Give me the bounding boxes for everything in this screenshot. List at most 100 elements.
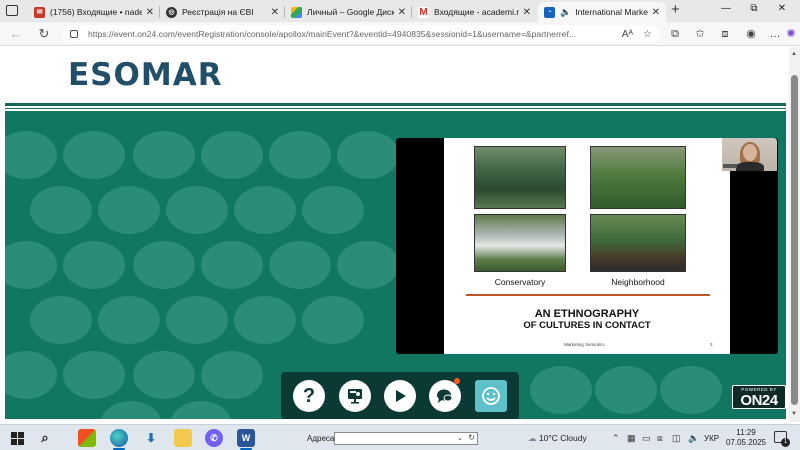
weather-text: 10°C Cloudy <box>538 433 587 443</box>
drive-icon <box>291 6 302 18</box>
tab-title: Личный – Google Диск <box>307 7 394 17</box>
slide-subtitle: OF CULTURES IN CONTACT <box>523 320 651 331</box>
clock[interactable]: 11:29 07.05.2025 <box>724 428 768 448</box>
presentation-player[interactable]: Conservatory Neighborhood AN ETHNOGRAPHY… <box>396 138 778 354</box>
question-icon[interactable]: ? <box>293 380 325 412</box>
tab-google-drive[interactable]: Личный – Google Диск ✕ <box>285 2 412 22</box>
volume-icon[interactable]: 🔈 <box>688 433 699 444</box>
viber-icon[interactable]: ✆ <box>205 429 223 447</box>
start-icon[interactable] <box>8 429 26 447</box>
close-icon[interactable]: ✕ <box>146 7 154 18</box>
smile-icon[interactable] <box>475 380 507 412</box>
tab-title: (1756) Входящие • nadezd <box>50 7 142 17</box>
tab-title: International Market <box>575 7 648 17</box>
tab-title: Реєстрація на ЄВІ <box>182 7 254 17</box>
battery-icon[interactable]: ▭ <box>642 433 651 444</box>
tab-registration[interactable]: ◎ Реєстрація на ЄВІ ✕ <box>160 2 285 22</box>
close-icon[interactable]: ✕ <box>398 7 406 18</box>
close-icon[interactable]: ✕ <box>271 7 279 18</box>
display-icon[interactable]: ⧈ <box>657 433 663 444</box>
lock-icon[interactable] <box>70 30 78 38</box>
back-icon[interactable]: ← <box>8 26 24 41</box>
site-icon: ◎ <box>166 6 177 18</box>
store-icon[interactable] <box>78 429 96 447</box>
tab-gmail[interactable]: ✉ (1756) Входящие • nadezd ✕ <box>28 2 160 22</box>
network-icon[interactable]: ▦ <box>627 433 636 444</box>
notification-dot <box>454 378 460 384</box>
close-icon[interactable]: ✕ <box>652 7 660 18</box>
chevron-up-icon[interactable]: ⌃ <box>612 433 620 444</box>
slide-title: AN ETHNOGRAPHY <box>534 308 640 320</box>
play-icon[interactable] <box>384 380 416 412</box>
more-options-icon[interactable]: … <box>768 27 782 41</box>
event-stage: Conservatory Neighborhood AN ETHNOGRAPHY… <box>5 111 786 419</box>
read-aloud-icon[interactable]: Aᴬ <box>622 29 633 40</box>
conservatory-exterior-photo <box>474 214 566 272</box>
notification-count: 1 <box>781 438 790 447</box>
reload-icon[interactable]: ↻ <box>36 26 52 41</box>
gmail-icon: M <box>418 6 429 18</box>
chevron-down-icon[interactable]: ⌄ <box>457 434 463 442</box>
presenter-webcam[interactable] <box>722 138 777 171</box>
collections-icon[interactable]: ⧈ <box>718 27 732 41</box>
restore-icon[interactable]: ⧉ <box>742 3 766 14</box>
tab-inbox-academi[interactable]: M Входящие - academi.mark ✕ <box>412 2 537 22</box>
clock-time: 11:29 <box>736 428 756 437</box>
slide-page-number: 3 <box>710 342 713 347</box>
new-tab-icon[interactable]: + <box>671 1 680 18</box>
go-icon[interactable]: ↻ <box>468 433 475 442</box>
edge-icon[interactable] <box>110 429 128 447</box>
weather-widget[interactable]: ☁ 10°C Cloudy <box>528 433 587 444</box>
engagement-dock: ? <box>281 372 519 419</box>
slide-footer: Marketing Semiotics <box>564 342 605 347</box>
split-screen-icon[interactable]: ⧉ <box>668 27 682 41</box>
url-text: https://event.on24.com/eventRegistration… <box>88 29 577 39</box>
downloads-icon[interactable]: ⬇ <box>142 429 160 447</box>
cloud-icon: ☁ <box>528 433 537 443</box>
slides-icon[interactable] <box>339 380 371 412</box>
gardener-photo <box>590 146 686 209</box>
search-icon[interactable]: ⌕ <box>36 429 54 447</box>
language-indicator[interactable]: УКР <box>704 434 719 443</box>
browser-toolbar: ← ↻ https://event.on24.com/eventRegistra… <box>0 22 800 46</box>
neighborhood-photo <box>590 214 686 272</box>
slide: Conservatory Neighborhood AN ETHNOGRAPHY… <box>444 138 730 354</box>
tab-title: Входящие - academi.mark <box>434 7 519 17</box>
caption-neighborhood: Neighborhood <box>611 277 665 287</box>
on24-icon: ◔ <box>544 6 555 18</box>
address-toolbar-label: Адреса <box>307 434 335 443</box>
header-divider-thin <box>5 108 786 109</box>
esomar-logo: ESOMAR <box>68 57 223 93</box>
address-toolbar-input[interactable]: ⌄ ↻ <box>334 432 478 445</box>
caption-conservatory: Conservatory <box>494 277 546 287</box>
page-scrollbar[interactable]: ▲ ▼ <box>789 47 800 422</box>
on24-logo: ON24 <box>740 392 778 409</box>
header-divider <box>5 103 786 106</box>
word-icon[interactable]: W <box>237 429 255 447</box>
clock-date: 07.05.2025 <box>725 438 767 447</box>
windows-taskbar: ⌕ ⬇ ✆ W Адреса ⌄ ↻ ☁ 10°C Cloudy ⌃ ▦ ▭ ⧈… <box>0 424 800 450</box>
webpage: ESOMAR Conservatory Neighborhood AN ETHN… <box>0 47 789 422</box>
chat-icon[interactable] <box>429 380 461 412</box>
minimize-icon[interactable]: — <box>714 3 738 14</box>
scroll-down-icon[interactable]: ▼ <box>791 411 797 417</box>
tab-international-market[interactable]: ◔ 🔈 International Market ✕ <box>538 2 666 22</box>
scroll-up-icon[interactable]: ▲ <box>791 51 797 57</box>
device-icon[interactable]: ◫ <box>672 433 681 444</box>
copilot-icon[interactable]: ✺ <box>784 27 798 41</box>
close-icon[interactable]: ✕ <box>523 7 531 18</box>
window-close-icon[interactable]: ✕ <box>770 3 794 14</box>
favorites-icon[interactable]: ✩ <box>693 27 707 41</box>
address-bar[interactable]: https://event.on24.com/eventRegistration… <box>62 25 660 43</box>
slide-divider <box>466 294 710 296</box>
browser-tab-strip: ✉ (1756) Входящие • nadezd ✕ ◎ Реєстраці… <box>0 0 800 22</box>
scroll-thumb[interactable] <box>791 75 798 405</box>
profile-icon[interactable]: ◉ <box>744 27 758 41</box>
speaker-icon[interactable]: 🔈 <box>560 7 571 18</box>
file-explorer-icon[interactable] <box>174 429 192 447</box>
favorite-star-icon[interactable]: ☆ <box>643 29 652 40</box>
conservatory-interior-photo <box>474 146 566 209</box>
on24-badge[interactable]: POWERED BY ON24 <box>732 385 786 409</box>
tab-actions-icon[interactable] <box>6 5 18 16</box>
gift-icon: ✉ <box>34 6 45 18</box>
